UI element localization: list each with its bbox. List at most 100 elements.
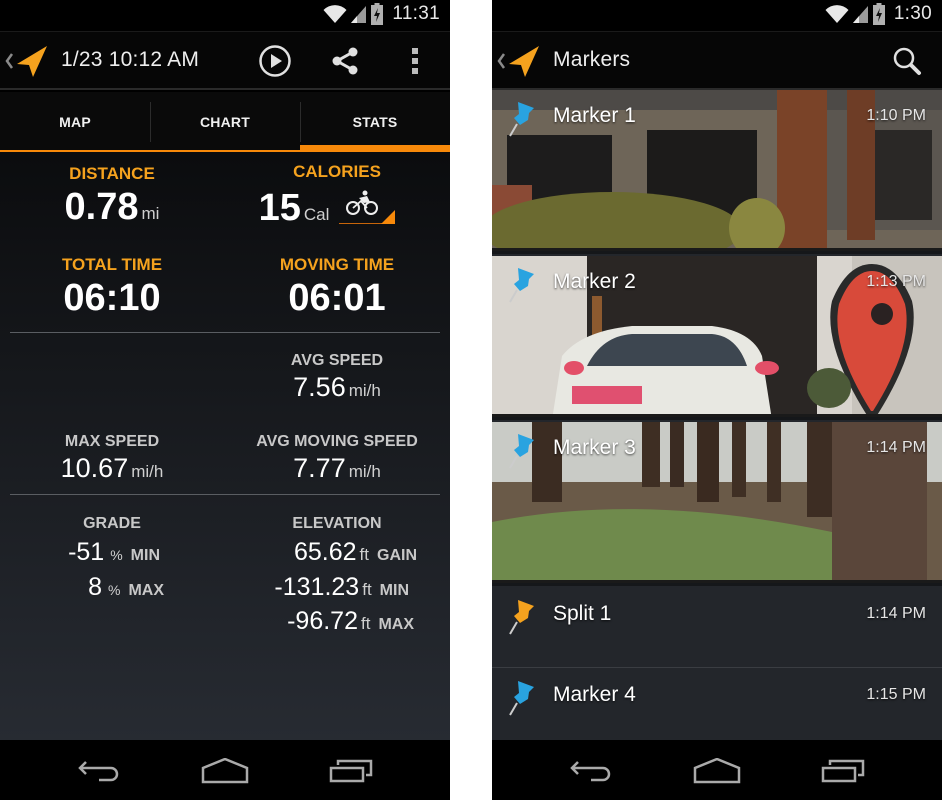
elevation-gain-row: 65.62 ft GAIN — [294, 538, 417, 567]
grade-min-tag: MIN — [130, 547, 160, 564]
grade-min-value: -51 — [68, 538, 105, 566]
signal-icon — [351, 6, 367, 23]
navigation-bar — [0, 740, 450, 800]
calories-label: CALORIES — [293, 162, 381, 181]
elevation-min-tag: MIN — [379, 582, 409, 599]
elevation-max-value: -96.72 — [287, 607, 358, 635]
recents-button[interactable] — [323, 756, 379, 786]
pushpin-blue-icon — [509, 102, 534, 137]
track-title: 1/23 10:12 AM — [61, 48, 200, 71]
total-time-value: 06:10 — [63, 277, 161, 319]
marker-time: 1:10 PM — [866, 107, 926, 124]
calories-value: 15 — [258, 187, 301, 229]
elevation-gain-tag: GAIN — [377, 547, 417, 564]
marker-list-item[interactable]: Marker 2 1:13 PM — [492, 256, 942, 420]
total-time-label: TOTAL TIME — [61, 255, 163, 274]
calories-unit: Cal — [303, 205, 330, 224]
back-icon — [78, 761, 119, 782]
max-speed-unit: mi/h — [131, 462, 164, 481]
grade-max-unit: % — [107, 582, 121, 598]
max-speed-stat: MAX SPEED 10.67 mi/h — [12, 433, 212, 484]
markers-list[interactable]: Marker 1 1:10 PM Marker 2 1:13 PM Marker… — [492, 90, 942, 749]
marker-name: Marker 3 — [553, 436, 636, 459]
search-button[interactable] — [889, 43, 925, 79]
action-bar: 1/23 10:12 AM — [0, 32, 450, 90]
up-caret-icon[interactable] — [496, 51, 506, 71]
overflow-menu-icon — [412, 48, 418, 74]
elevation-stat: ELEVATION — [237, 515, 437, 533]
moving-time-value: 06:01 — [288, 277, 386, 319]
activity-type-spinner[interactable] — [339, 190, 396, 224]
battery-charging-icon — [872, 3, 885, 25]
avg-moving-speed-unit: mi/h — [348, 462, 381, 481]
marker-list-item[interactable]: Marker 4 1:15 PM — [492, 669, 942, 749]
grade-max-row: 8% MAX — [88, 573, 164, 602]
avg-speed-label: AVG SPEED — [290, 352, 384, 369]
marker-time: 1:15 PM — [866, 686, 926, 703]
search-icon — [893, 47, 921, 75]
grade-max-tag: MAX — [128, 582, 164, 599]
elevation-min-value: -131.23 — [274, 573, 360, 601]
divider — [10, 494, 440, 495]
recents-icon — [821, 759, 865, 783]
tab-stats[interactable]: STATS — [300, 92, 450, 152]
marker-list-item[interactable]: Split 1 1:14 PM — [492, 588, 942, 668]
pushpin-blue-icon — [509, 268, 534, 303]
elevation-gain-unit: ft — [359, 545, 369, 564]
marker-name: Marker 2 — [553, 270, 636, 293]
overflow-menu-button[interactable] — [397, 43, 433, 79]
stats-panel: DISTANCE 0.78 mi CALORIES 15 Cal TOTAL TI… — [0, 152, 450, 740]
avg-speed-value: 7.56 — [293, 372, 346, 402]
app-logo-arrow-icon[interactable] — [15, 44, 49, 78]
marker-time: 1:14 PM — [866, 605, 926, 622]
pushpin-blue-icon — [509, 434, 534, 469]
wifi-icon — [323, 5, 347, 23]
avg-speed-stat: AVG SPEED 7.56 mi/h — [237, 352, 437, 403]
play-button[interactable] — [257, 43, 293, 79]
max-speed-value: 10.67 — [60, 453, 129, 483]
grade-stat: GRADE — [12, 515, 212, 533]
marker-time: 1:13 PM — [866, 273, 926, 290]
markers-screen: 1:30 Markers Marker 1 1:10 PM Marker 2 1… — [492, 0, 942, 800]
elevation-min-unit: ft — [362, 580, 372, 599]
pushpin-blue-icon — [509, 681, 534, 716]
status-time: 1:30 — [893, 3, 932, 24]
avg-speed-unit: mi/h — [348, 381, 381, 400]
tab-chart[interactable]: CHART — [150, 92, 300, 152]
moving-time-stat: MOVING TIME 06:01 — [237, 255, 437, 320]
divider — [10, 332, 440, 333]
elevation-max-tag: MAX — [378, 616, 414, 633]
marker-list-item[interactable]: Marker 1 1:10 PM — [492, 90, 942, 254]
back-button[interactable] — [564, 756, 620, 786]
distance-stat: DISTANCE 0.78 mi — [12, 164, 212, 229]
grade-min-row: -51% MIN — [68, 538, 160, 567]
elevation-min-row: -131.23 ft MIN — [274, 573, 409, 602]
battery-charging-icon — [371, 3, 384, 25]
wifi-icon — [825, 5, 849, 23]
share-icon — [332, 47, 358, 75]
up-caret-icon[interactable] — [4, 51, 14, 71]
recents-button[interactable] — [815, 756, 871, 786]
elevation-label: ELEVATION — [292, 515, 382, 532]
total-time-stat: TOTAL TIME 06:10 — [12, 255, 212, 320]
tab-map[interactable]: MAP — [0, 92, 150, 152]
home-icon — [693, 758, 741, 784]
home-button[interactable] — [197, 756, 253, 786]
max-speed-label: MAX SPEED — [64, 433, 160, 450]
marker-list-item[interactable]: Marker 3 1:14 PM — [492, 422, 942, 586]
pushpin-orange-icon — [509, 600, 534, 635]
tab-bar: MAP CHART STATS — [0, 92, 450, 152]
avg-moving-speed-label: AVG MOVING SPEED — [256, 433, 418, 450]
calories-stat: CALORIES 15 Cal — [237, 162, 437, 230]
app-logo-arrow-icon[interactable] — [507, 44, 541, 78]
status-bar: 1:30 — [492, 0, 942, 32]
action-bar: Markers — [492, 32, 942, 90]
back-button[interactable] — [72, 756, 128, 786]
home-icon — [201, 758, 249, 784]
signal-icon — [852, 6, 868, 23]
bicycle-icon — [346, 190, 379, 215]
home-button[interactable] — [689, 756, 745, 786]
elevation-max-unit: ft — [360, 614, 371, 633]
share-button[interactable] — [327, 43, 363, 79]
spinner-corner-icon — [381, 210, 396, 224]
